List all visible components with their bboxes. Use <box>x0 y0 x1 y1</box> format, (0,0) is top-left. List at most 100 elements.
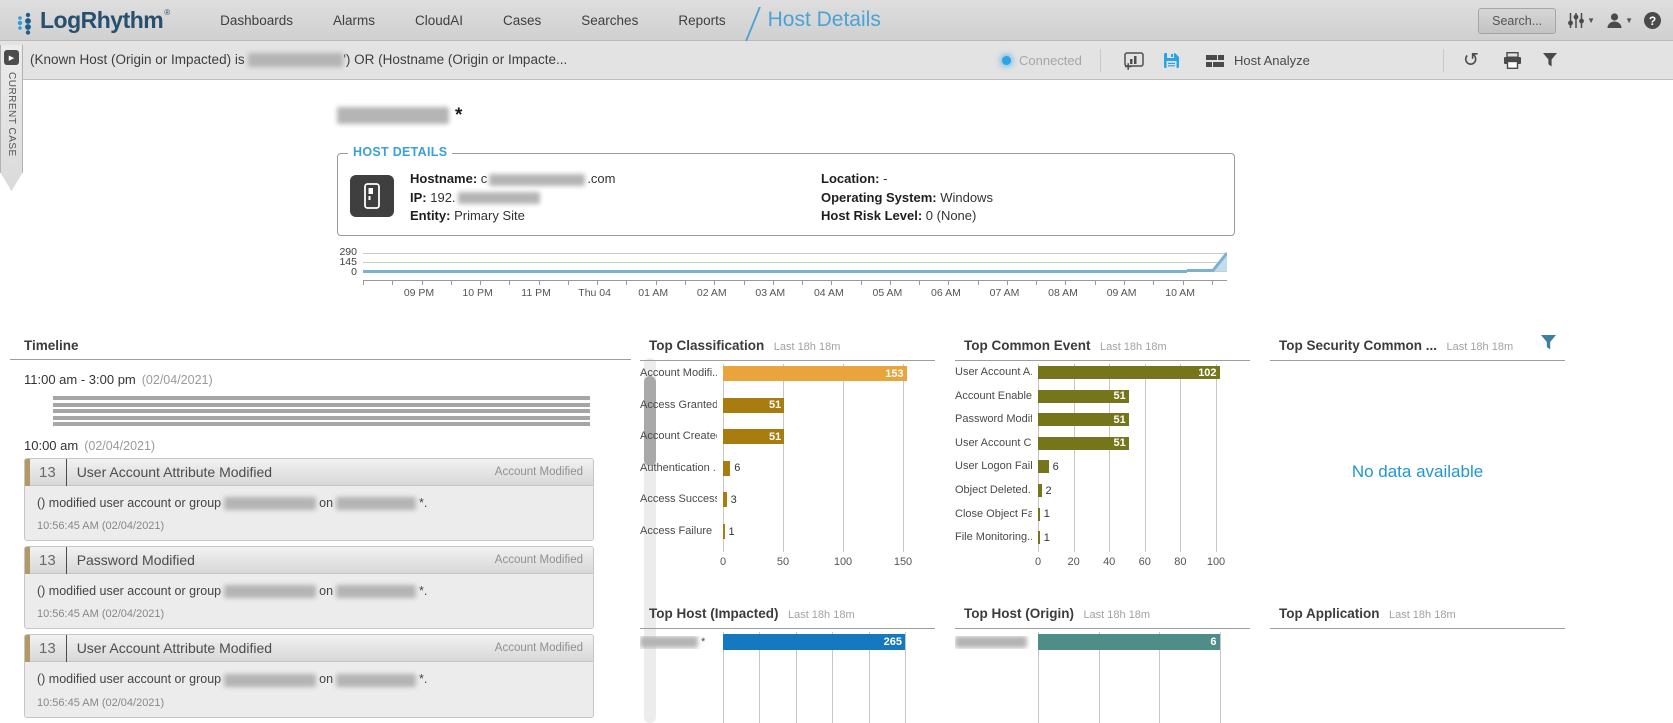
bar[interactable] <box>1038 460 1049 473</box>
preferences-sliders-icon[interactable]: ▼ <box>1567 12 1595 29</box>
bar[interactable]: 51 <box>1038 437 1129 450</box>
logrhythm-logo[interactable]: LogRhythm ® <box>16 1 170 39</box>
bar[interactable] <box>723 461 730 476</box>
bar[interactable] <box>723 524 725 539</box>
query-text: (Known Host (Origin or Impacted) is <box>30 52 248 67</box>
bar-category-label: Password Modif... <box>955 413 1032 426</box>
description-text: *. <box>419 584 427 598</box>
field-value: .com <box>587 171 615 186</box>
top-classification-panel: Top Classification Last 18h 18m 05010015… <box>640 330 935 590</box>
bar[interactable]: 153 <box>723 366 907 381</box>
bar[interactable]: 51 <box>1038 413 1129 426</box>
event-description: () modified user account or groupon*. <box>37 672 581 686</box>
redacted-text <box>336 497 416 510</box>
bar-category-label: Account Modifi... <box>640 367 717 380</box>
nav-item-cloudai[interactable]: CloudAI <box>415 13 463 28</box>
axis-tick <box>392 281 393 285</box>
event-stripe <box>53 396 590 400</box>
print-icon[interactable] <box>1503 41 1522 80</box>
bar-value: 6 <box>1210 636 1216 648</box>
x-axis-label: 07 AM <box>990 287 1020 299</box>
divider <box>66 459 67 486</box>
undo-icon[interactable]: ↺ <box>1463 41 1479 80</box>
collapsed-events[interactable] <box>53 396 590 426</box>
axis-tick <box>948 281 949 285</box>
search-query[interactable]: (Known Host (Origin or Impacted) is ') O… <box>30 52 567 67</box>
redacted-text <box>224 585 316 598</box>
axis-tick <box>1036 281 1037 285</box>
panel-period: Last 18h 18m <box>1100 341 1167 353</box>
title-divider <box>745 7 761 41</box>
bar-category-label: User Account C... <box>955 437 1032 450</box>
bar[interactable] <box>1038 484 1042 497</box>
no-data-message: No data available <box>1270 462 1565 482</box>
layout-grid-icon <box>1206 54 1225 68</box>
bar-category-label: Object Deleted... <box>955 484 1032 497</box>
nav-item-dashboards[interactable]: Dashboards <box>220 13 293 28</box>
filter-funnel-icon[interactable] <box>1543 41 1558 80</box>
axis-tick <box>919 281 920 285</box>
x-axis-label: 10 AM <box>1165 287 1195 299</box>
redacted-hostname <box>337 107 449 124</box>
nav-item-cases[interactable]: Cases <box>503 13 541 28</box>
redacted-text <box>458 192 540 204</box>
panel-period: Last 18h 18m <box>1446 341 1513 353</box>
bar[interactable]: 51 <box>1038 390 1129 403</box>
timeline-group-label: 10:00 am(02/04/2021) <box>24 438 594 453</box>
panel-period: Last 18h 18m <box>1389 609 1456 621</box>
nav-item-reports[interactable]: Reports <box>678 13 725 28</box>
redacted-text <box>955 636 1027 648</box>
divider <box>1100 49 1101 72</box>
bar-value: 153 <box>885 368 903 380</box>
search-button[interactable]: Search... <box>1478 8 1556 34</box>
bar-category-label: Close Object Fai... <box>955 508 1032 521</box>
axis-tick <box>1007 281 1008 285</box>
bar[interactable]: 265 <box>723 634 905 650</box>
help-icon[interactable]: ? <box>1644 12 1661 29</box>
save-search-icon[interactable] <box>1163 41 1180 80</box>
connection-status: Connected <box>1002 41 1082 80</box>
field-label: Hostname: <box>410 171 477 186</box>
page-title-wrap: Host Details <box>752 0 881 41</box>
expand-icon[interactable]: ▶ <box>4 50 19 65</box>
event-card[interactable]: 13Password ModifiedAccount Modified() mo… <box>24 546 594 629</box>
redacted-text <box>224 497 316 510</box>
nav-item-searches[interactable]: Searches <box>581 13 638 28</box>
axis-tick <box>451 281 452 285</box>
host-analyze-button[interactable]: Host Analyze <box>1206 41 1310 80</box>
panel-title: Top Security Common ... <box>1279 338 1437 353</box>
current-case-tab[interactable]: ▶ CURRENT CASE <box>0 45 23 191</box>
axis-tick <box>773 281 774 285</box>
field-label: Location: <box>821 171 880 186</box>
axis-tick <box>1065 281 1066 285</box>
field-value: 0 (None) <box>922 208 976 223</box>
event-count: 13 <box>39 552 56 569</box>
top-host-origin-panel: Top Host (Origin) Last 18h 18m 6 <box>955 598 1250 723</box>
group-date: (02/04/2021) <box>142 373 213 387</box>
nav-item-alarms[interactable]: Alarms <box>333 13 375 28</box>
bar[interactable] <box>723 492 727 507</box>
add-chart-icon[interactable] <box>1124 41 1145 80</box>
group-date: (02/04/2021) <box>84 439 155 453</box>
bar[interactable]: 6 <box>1038 634 1220 650</box>
panel-header: Top Host (Impacted) Last 18h 18m <box>640 598 935 629</box>
event-card[interactable]: 13User Account Attribute ModifiedAccount… <box>24 634 594 717</box>
bar[interactable]: 51 <box>723 398 784 413</box>
bar[interactable] <box>1038 531 1040 544</box>
event-card[interactable]: 13User Account Attribute ModifiedAccount… <box>24 458 594 541</box>
panel-header: Top Security Common ... Last 18h 18m <box>1270 330 1565 361</box>
axis-tick <box>656 281 657 285</box>
filter-funnel-icon[interactable] <box>1541 335 1557 356</box>
gridline <box>1180 364 1181 552</box>
bar[interactable]: 51 <box>723 429 784 444</box>
chevron-down-icon: ▼ <box>1587 16 1595 25</box>
description-text: on <box>319 672 333 686</box>
bar-category-label: Account Enabled <box>955 390 1032 403</box>
user-menu-icon[interactable]: ▼ <box>1606 12 1633 29</box>
event-stripe <box>53 422 590 426</box>
description-text: *. <box>419 672 427 686</box>
bar[interactable] <box>1038 508 1040 521</box>
bar-category-label: Authentication ... <box>640 462 717 475</box>
bar[interactable]: 102 <box>1038 366 1220 379</box>
axis-tick <box>1153 281 1154 285</box>
